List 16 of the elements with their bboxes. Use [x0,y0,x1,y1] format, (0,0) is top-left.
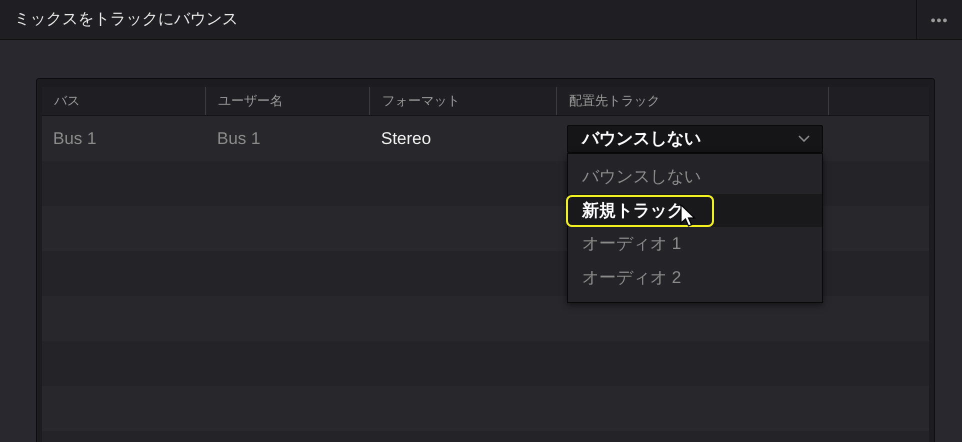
destination-dropdown[interactable]: バウンスしない [567,124,823,152]
chevron-down-icon [798,135,810,142]
column-header: フォーマット [381,92,460,110]
menu-item[interactable]: オーディオ 1 [568,227,822,260]
menu-item[interactable]: バウンスしない [568,160,822,194]
menu-item[interactable]: 新規トラック [568,194,822,227]
column-header: バス [53,92,80,110]
mouse-pointer-icon [680,204,696,228]
column-header: ユーザー名 [217,92,283,110]
table-cell: Stereo [381,128,432,148]
window-title: ミックスをトラックにバウンス [13,10,239,30]
table-cell: Bus 1 [53,128,96,148]
table-cell: Bus 1 [217,128,260,148]
menu-item[interactable]: オーディオ 2 [568,260,822,294]
more-options-button[interactable]: ••• [916,0,962,40]
column-header: 配置先トラック [568,92,660,110]
